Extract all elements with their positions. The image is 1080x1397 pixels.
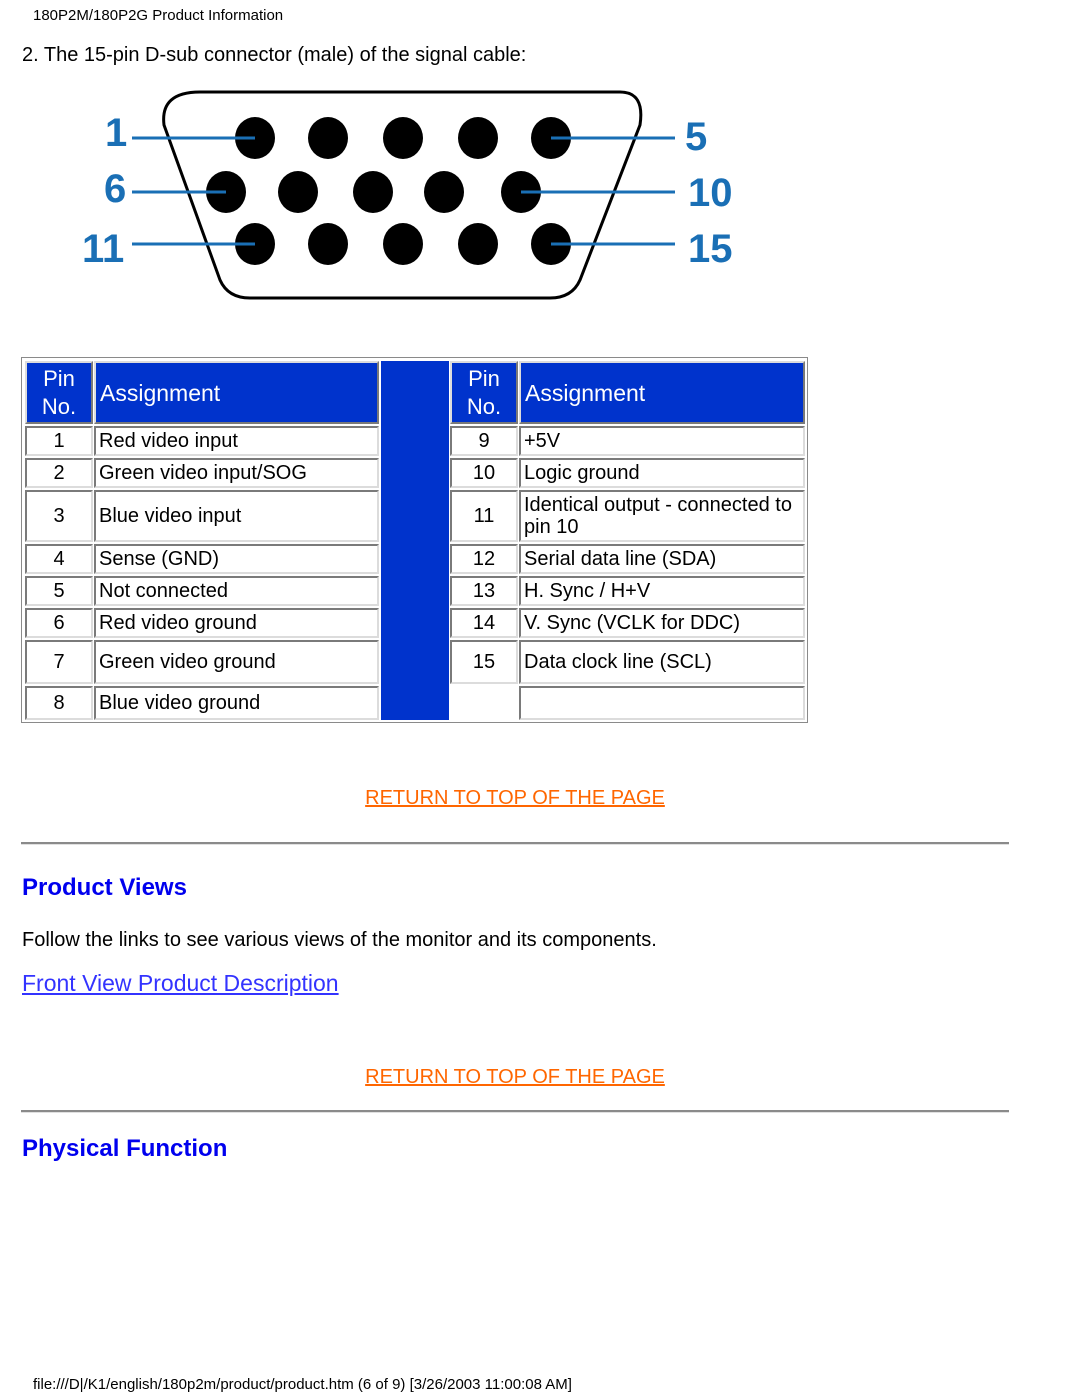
table-spacer-column xyxy=(381,361,449,720)
pin-label-15: 15 xyxy=(688,227,733,271)
pin-number-cell: 13 xyxy=(450,576,518,606)
pin-7 xyxy=(278,171,318,213)
header-no-label: No. xyxy=(41,393,77,419)
dsub-connector-diagram: 1 6 11 5 10 15 xyxy=(82,90,733,300)
pin-number-cell: 14 xyxy=(450,608,518,638)
connector-intro-text: 2. The 15-pin D-sub connector (male) of … xyxy=(22,44,527,66)
pin-assignment-cell: Identical output - connected to pin 10 xyxy=(519,490,805,542)
header-pin-label: Pin xyxy=(43,365,75,391)
pin-assignment-cell: Data clock line (SCL) xyxy=(519,640,805,684)
page-header-title: 180P2M/180P2G Product Information xyxy=(33,7,284,24)
pin-assignment-table: Pin No. Assignment Pin No. Assignment 1R… xyxy=(21,357,808,723)
return-to-top-link[interactable]: RETURN TO TOP OF THE PAGE xyxy=(0,1066,1030,1089)
header-no-label: No. xyxy=(466,393,502,419)
pin-9 xyxy=(424,171,464,213)
pin-4 xyxy=(458,117,498,159)
product-views-heading: Product Views xyxy=(22,874,187,901)
header-pin-no-right: Pin No. xyxy=(450,361,518,424)
pin-assignment-cell xyxy=(519,686,805,720)
pin-3 xyxy=(383,117,423,159)
pin-assignment-cell: Sense (GND) xyxy=(94,544,379,574)
section-divider xyxy=(21,842,1009,845)
pin-13 xyxy=(383,223,423,265)
physical-function-heading: Physical Function xyxy=(22,1135,228,1162)
pin-number-cell: 5 xyxy=(25,576,93,606)
header-pin-no-left: Pin No. xyxy=(25,361,93,424)
pin-assignment-cell: H. Sync / H+V xyxy=(519,576,805,606)
pin-assignment-cell: Blue video ground xyxy=(94,686,379,720)
header-assignment-left: Assignment xyxy=(94,361,379,424)
pin-assignment-cell: Green video ground xyxy=(94,640,379,684)
pin-12 xyxy=(308,223,348,265)
pin-label-1: 1 xyxy=(105,111,127,155)
pin-number-cell: 1 xyxy=(25,426,93,456)
section-divider xyxy=(21,1110,1009,1113)
pin-number-cell: 9 xyxy=(450,426,518,456)
pin-number-cell: 2 xyxy=(25,458,93,488)
pin-number-cell: 6 xyxy=(25,608,93,638)
page-footer-path: file:///D|/K1/english/180p2m/product/pro… xyxy=(33,1376,572,1393)
pin-14 xyxy=(458,223,498,265)
pin-assignment-cell: Logic ground xyxy=(519,458,805,488)
pin-label-10: 10 xyxy=(688,171,733,215)
pin-number-cell: 10 xyxy=(450,458,518,488)
pin-number-cell: 4 xyxy=(25,544,93,574)
pin-assignment-cell: Not connected xyxy=(94,576,379,606)
pin-assignment-cell: +5V xyxy=(519,426,805,456)
pin-assignment-cell: V. Sync (VCLK for DDC) xyxy=(519,608,805,638)
header-assignment-right: Assignment xyxy=(519,361,805,424)
pin-8 xyxy=(353,171,393,213)
pin-assignment-cell: Red video input xyxy=(94,426,379,456)
header-pin-label: Pin xyxy=(468,365,500,391)
pin-number-cell: 15 xyxy=(450,640,518,684)
pin-assignment-cell: Red video ground xyxy=(94,608,379,638)
pin-number-cell: 3 xyxy=(25,490,93,542)
pin-number-cell: 11 xyxy=(450,490,518,542)
pin-assignment-cell: Serial data line (SDA) xyxy=(519,544,805,574)
front-view-link[interactable]: Front View Product Description xyxy=(22,970,339,997)
product-views-description: Follow the links to see various views of… xyxy=(22,929,657,951)
pin-2 xyxy=(308,117,348,159)
pin-assignment-cell: Green video input/SOG xyxy=(94,458,379,488)
pin-label-11: 11 xyxy=(82,227,124,271)
pin-assignment-cell: Blue video input xyxy=(94,490,379,542)
pin-label-5: 5 xyxy=(685,115,707,159)
pin-number-cell: 12 xyxy=(450,544,518,574)
pin-label-6: 6 xyxy=(104,167,126,211)
return-to-top-link[interactable]: RETURN TO TOP OF THE PAGE xyxy=(0,787,1030,810)
pin-number-cell: 8 xyxy=(25,686,93,720)
pin-number-cell: 7 xyxy=(25,640,93,684)
